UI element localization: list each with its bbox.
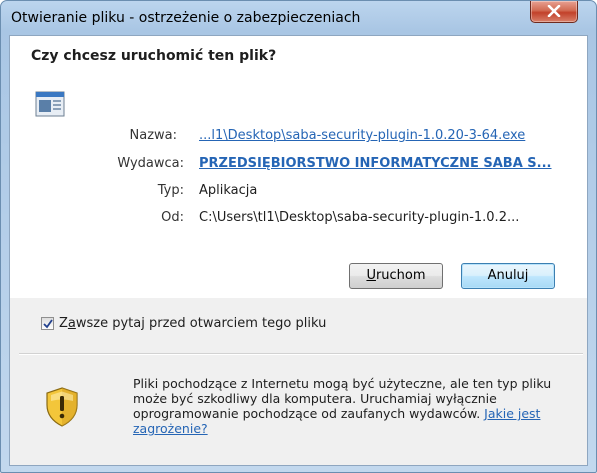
application-file-icon (35, 91, 65, 117)
always-ask-label-rest: wsze pytaj przed otwarciem tego pliku (75, 316, 327, 331)
type-label: Typ: (157, 183, 184, 198)
separator (19, 353, 583, 355)
window-title: Otwieranie pliku - ostrzeżenie o zabezpi… (11, 10, 361, 26)
name-label: Nazwa: (129, 128, 178, 143)
run-label: ruchom (375, 268, 426, 283)
security-warning-dialog: Otwieranie pliku - ostrzeżenie o zabezpi… (0, 0, 597, 473)
run-button[interactable]: Uruchom (349, 263, 443, 289)
checkmark-icon (43, 319, 53, 329)
file-name-link[interactable]: ...l1\Desktop\saba-security-plugin-1.0.2… (199, 128, 525, 143)
close-button[interactable] (530, 1, 578, 23)
type-value: Aplikacja (199, 183, 258, 198)
from-value: C:\Users\tl1\Desktop\saba-security-plugi… (199, 210, 520, 225)
run-mnemonic: U (366, 268, 376, 283)
always-ask-mnemonic: a (67, 316, 76, 331)
title-bar[interactable]: Otwieranie pliku - ostrzeżenie o zabezpi… (1, 1, 596, 34)
security-shield-icon (46, 387, 78, 427)
from-label: Od: (161, 210, 184, 225)
always-ask-label-first: Z (59, 316, 68, 331)
cancel-button[interactable]: Anuluj (461, 263, 555, 289)
warning-message: Pliki pochodzące z Internetu mogą być uż… (133, 376, 573, 436)
publisher-label: Wydawca: (117, 156, 184, 171)
publisher-link[interactable]: PRZEDSIĘBIORSTWO INFORMATYCZNE SABA S... (199, 156, 552, 171)
always-ask-checkbox[interactable] (41, 317, 54, 330)
dialog-heading: Czy chcesz uruchomić ten plik? (31, 48, 277, 64)
close-icon (547, 5, 561, 17)
always-ask-label[interactable]: Zawsze pytaj przed otwarciem tego pliku (59, 316, 326, 331)
